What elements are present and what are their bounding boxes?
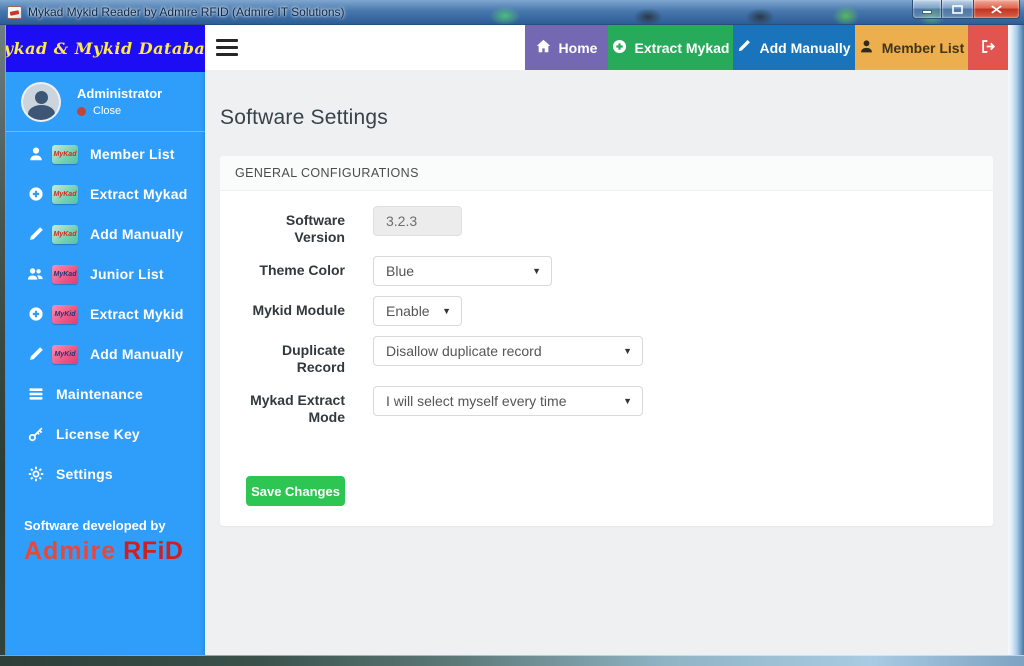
titlebar: Mykad Mykid Reader by Admire RFID (Admir… [0, 0, 1024, 25]
sidebar-item-add-manually-mykid[interactable]: MyKid Add Manually [6, 334, 205, 374]
hamburger-icon [216, 39, 238, 42]
caret-down-icon: ▼ [623, 396, 632, 406]
caret-down-icon: ▼ [442, 306, 451, 316]
window-controls [912, 0, 1020, 19]
duplicate-record-select[interactable]: Disallow duplicate record ▼ [373, 336, 643, 366]
sidebar-item-member-list[interactable]: MyKad Member List [6, 134, 205, 174]
panel-header: GENERAL CONFIGURATIONS [220, 156, 993, 191]
app-icon [7, 6, 22, 19]
user-icon [859, 39, 874, 57]
user-panel[interactable]: Administrator Close [6, 72, 205, 132]
maximize-button[interactable] [942, 0, 973, 19]
mykid-module-select[interactable]: Enable ▼ [373, 296, 462, 326]
window-title: Mykad Mykid Reader by Admire RFID (Admir… [28, 5, 345, 19]
status-label: Close [93, 105, 121, 117]
key-icon [27, 426, 44, 443]
save-changes-button[interactable]: Save Changes [246, 476, 345, 506]
user-meta: Administrator Close [77, 86, 162, 117]
plus-circle-icon [27, 306, 44, 323]
gear-icon [27, 466, 44, 483]
mykid-card-icon: MyKid [52, 345, 78, 364]
window-border-bottom [0, 655, 1024, 666]
brand-title: Mykad & Mykid Database [6, 25, 205, 72]
nav-member-list-button[interactable]: Member List [855, 25, 968, 70]
pencil-icon [737, 39, 751, 56]
status-dot-icon [77, 107, 86, 116]
mykad-card-icon: MyKad [52, 145, 78, 164]
home-icon [536, 39, 551, 56]
close-button[interactable] [973, 0, 1020, 19]
users-icon [27, 266, 44, 283]
user-status: Close [77, 105, 162, 117]
page-title: Software Settings [220, 106, 1008, 130]
form-row-duplicate-record: Duplicate Record Disallow duplicate reco… [235, 336, 978, 376]
user-icon [27, 146, 44, 163]
nav-extract-mykad-button[interactable]: Extract Mykad [608, 25, 733, 70]
pencil-icon [27, 226, 44, 243]
duplicate-record-label: Duplicate Record [235, 336, 345, 376]
mykad-extract-mode-label: Mykad Extract Mode [235, 386, 345, 426]
form-row-mykid-module: Mykid Module Enable ▼ [235, 296, 978, 326]
minimize-button[interactable] [912, 0, 942, 19]
software-version-label: Software Version [235, 206, 345, 246]
sidebar-item-junior-list[interactable]: MyKad Junior List [6, 254, 205, 294]
main-content: Software Settings GENERAL CONFIGURATIONS… [205, 70, 1008, 655]
admire-rfid-logo: AdmireRFiD [24, 537, 205, 566]
window-border-right [1008, 25, 1024, 655]
avatar [21, 82, 61, 122]
mykid-module-label: Mykid Module [235, 296, 345, 319]
sidebar-item-maintenance[interactable]: Maintenance [6, 374, 205, 414]
sidebar-item-extract-mykid[interactable]: MyKid Extract Mykid [6, 294, 205, 334]
caret-down-icon: ▼ [532, 266, 541, 276]
user-name: Administrator [77, 86, 162, 101]
menu-toggle-button[interactable] [205, 25, 249, 70]
sidebar-item-license-key[interactable]: License Key [6, 414, 205, 454]
nav-home-button[interactable]: Home [525, 25, 608, 70]
software-version-input [373, 206, 462, 236]
mykid-card-icon: MyKad [52, 265, 78, 284]
top-navbar: Home Extract Mykad Add Manually Member L… [205, 25, 1008, 70]
general-configurations-panel: GENERAL CONFIGURATIONS Software Version … [220, 156, 993, 526]
form-row-mykad-extract-mode: Mykad Extract Mode I will select myself … [235, 386, 978, 426]
caret-down-icon: ▼ [623, 346, 632, 356]
mykad-card-icon: MyKad [52, 185, 78, 204]
developed-by-label: Software developed by [24, 518, 205, 533]
sign-out-icon [980, 39, 996, 57]
theme-color-select[interactable]: Blue ▼ [373, 256, 552, 286]
panel-body: Software Version Theme Color Blue ▼ [220, 191, 993, 526]
form-row-software-version: Software Version [235, 206, 978, 246]
tasks-icon [27, 386, 44, 403]
sidebar-footer: Software developed by AdmireRFiD [6, 518, 205, 566]
sidebar-item-settings[interactable]: Settings [6, 454, 205, 494]
plus-circle-icon [27, 186, 44, 203]
nav-logout-button[interactable] [968, 25, 1008, 70]
mykad-card-icon: MyKad [52, 225, 78, 244]
plus-circle-icon [612, 39, 627, 57]
navbar-buttons: Home Extract Mykad Add Manually Member L… [525, 25, 1008, 70]
sidebar-item-add-manually-mykad[interactable]: MyKad Add Manually [6, 214, 205, 254]
app-window: Mykad Mykid Reader by Admire RFID (Admir… [0, 0, 1024, 666]
mykad-extract-mode-select[interactable]: I will select myself every time ▼ [373, 386, 643, 416]
mykid-card-icon: MyKid [52, 305, 78, 324]
sidebar-item-extract-mykad[interactable]: MyKad Extract Mykad [6, 174, 205, 214]
sidebar-menu: MyKad Member List MyKad Extract Mykad My… [6, 132, 205, 494]
pencil-icon [27, 346, 44, 363]
sidebar: Mykad & Mykid Database Administrator Clo… [6, 25, 205, 655]
form-row-theme-color: Theme Color Blue ▼ [235, 256, 978, 286]
nav-add-manually-button[interactable]: Add Manually [733, 25, 855, 70]
theme-color-label: Theme Color [235, 256, 345, 279]
